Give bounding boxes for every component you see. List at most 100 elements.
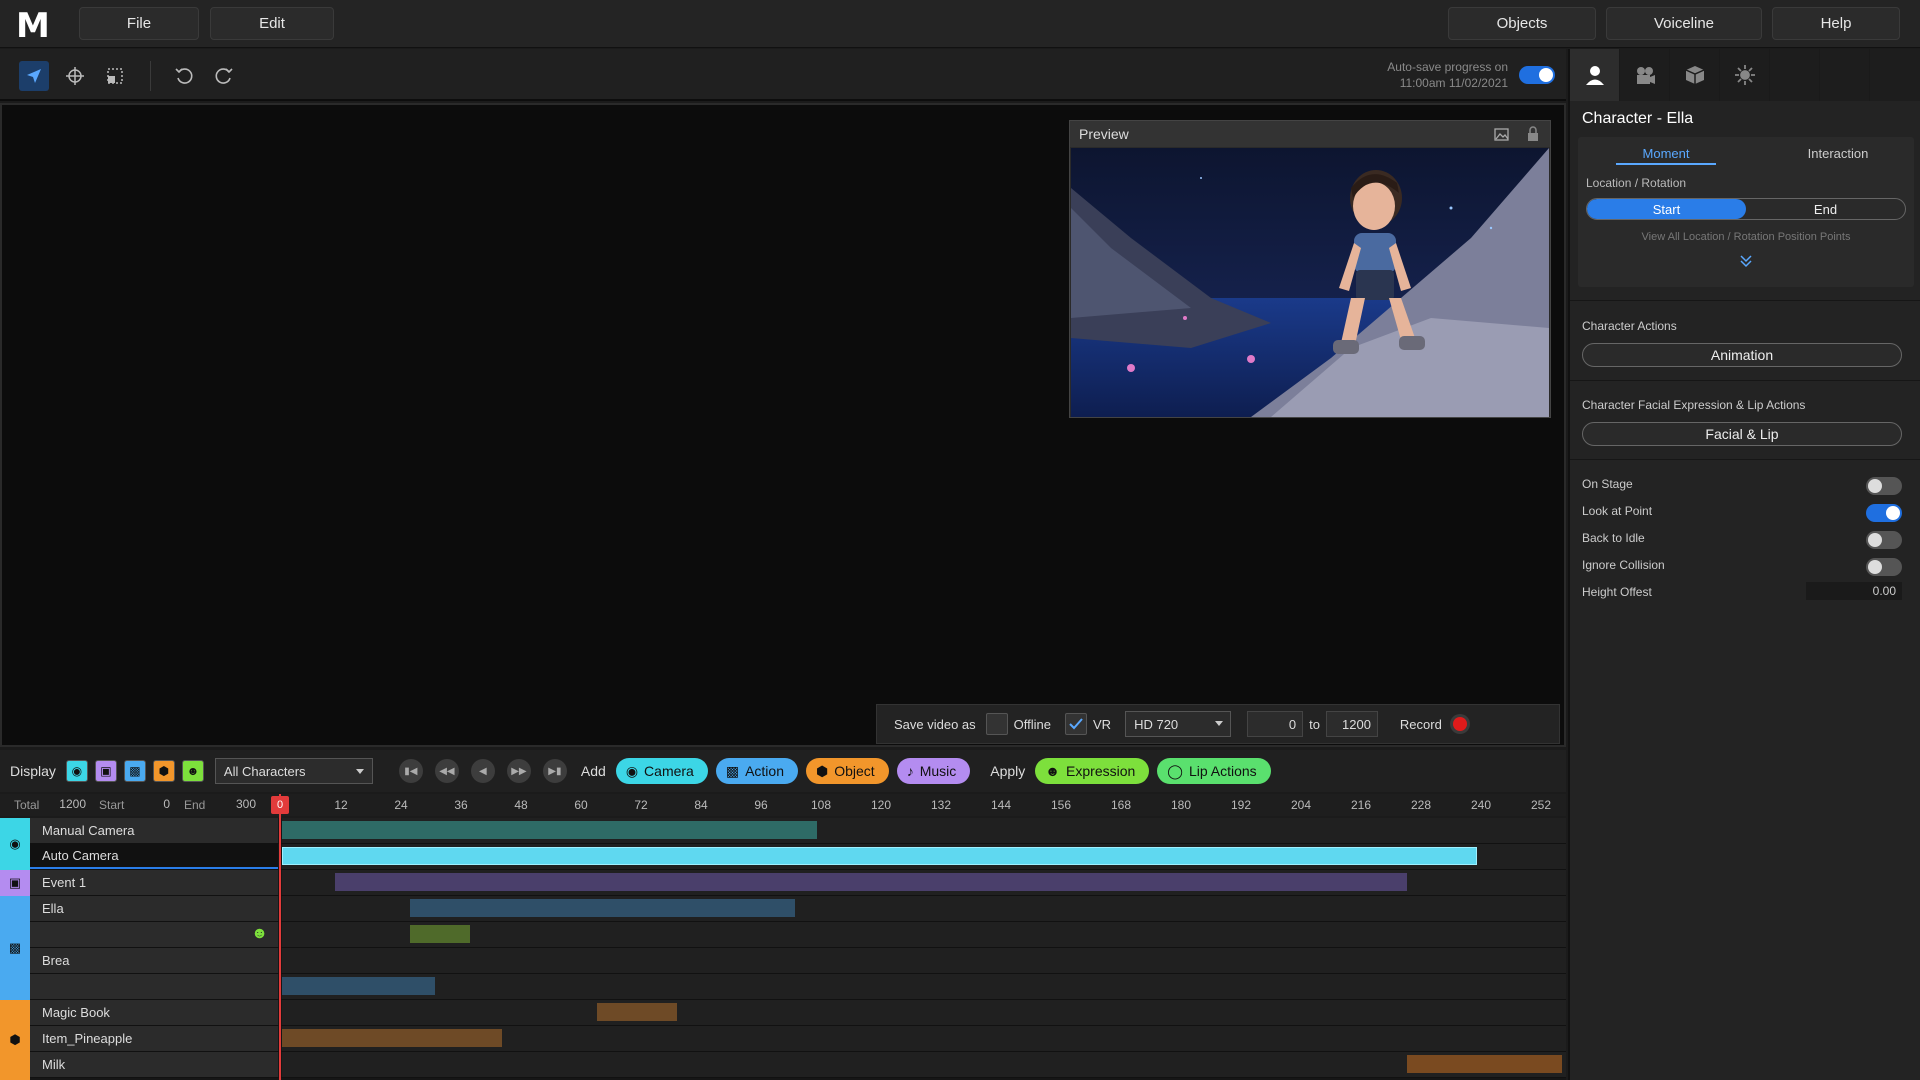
- character-filter-select[interactable]: All Characters: [214, 758, 373, 784]
- track-row[interactable]: Magic Book: [30, 1000, 1566, 1026]
- tab-moment[interactable]: Moment: [1616, 146, 1716, 165]
- rewind-icon[interactable]: ◀◀: [434, 759, 459, 783]
- resolution-select[interactable]: HD 720: [1125, 711, 1232, 737]
- track-clip[interactable]: [282, 847, 1477, 865]
- end-value[interactable]: 300: [230, 797, 256, 811]
- track-lane[interactable]: [282, 922, 1566, 947]
- object-tab-icon[interactable]: [1670, 49, 1720, 101]
- display-object-icon[interactable]: ⬢: [152, 760, 175, 782]
- track-lane[interactable]: [282, 896, 1566, 921]
- back-to-idle-toggle[interactable]: [1866, 531, 1902, 549]
- track-clip[interactable]: [409, 925, 470, 943]
- display-camera-icon[interactable]: ◉: [65, 760, 88, 782]
- look-at-point-toggle[interactable]: [1866, 504, 1902, 522]
- track-row[interactable]: [30, 974, 1566, 1000]
- add-object-button[interactable]: ⬢ Object: [806, 758, 889, 784]
- track-row[interactable]: Item_Pineapple: [30, 1026, 1566, 1052]
- track-lane[interactable]: [282, 818, 1566, 843]
- lock-icon[interactable]: [1526, 126, 1540, 145]
- track-lane[interactable]: [282, 1052, 1566, 1077]
- track-row[interactable]: Manual Camera: [30, 818, 1566, 844]
- track-lane[interactable]: [282, 948, 1566, 973]
- display-event-icon[interactable]: ▣: [94, 760, 117, 782]
- edit-menu-button[interactable]: Edit: [210, 7, 334, 40]
- light-tab-icon[interactable]: [1720, 49, 1770, 101]
- height-offset-input[interactable]: 0.00: [1806, 582, 1902, 600]
- range-from-input[interactable]: 0: [1247, 711, 1304, 737]
- offline-checkbox[interactable]: [985, 713, 1008, 735]
- track-label[interactable]: Auto Camera: [30, 844, 278, 869]
- objects-menu-button[interactable]: Objects: [1448, 7, 1596, 40]
- track-row[interactable]: Ella: [30, 896, 1566, 922]
- camera-tab-icon[interactable]: [1620, 49, 1670, 101]
- track-label[interactable]: [30, 974, 278, 999]
- track-row[interactable]: Brea: [30, 948, 1566, 974]
- voiceline-menu-button[interactable]: Voiceline: [1606, 7, 1762, 40]
- add-action-button[interactable]: ▩ Action: [715, 758, 798, 784]
- expand-chevron-icon[interactable]: [1738, 252, 1754, 271]
- panel-tab-empty-2[interactable]: [1820, 49, 1870, 101]
- total-value[interactable]: 1200: [58, 797, 86, 811]
- facial-lip-button[interactable]: Facial & Lip: [1582, 422, 1902, 446]
- track-lane[interactable]: [282, 1000, 1566, 1025]
- track-clip[interactable]: [282, 821, 817, 839]
- track-row[interactable]: ☻: [30, 922, 1566, 948]
- animation-button[interactable]: Animation: [1582, 343, 1902, 367]
- add-camera-button[interactable]: ◉ Camera: [615, 758, 708, 784]
- range-to-input[interactable]: 1200: [1325, 711, 1378, 737]
- track-clip[interactable]: [282, 977, 435, 995]
- track-label[interactable]: ☻: [30, 922, 278, 947]
- track-row[interactable]: Event 1: [30, 870, 1566, 896]
- track-lane[interactable]: [282, 870, 1566, 895]
- undo-icon[interactable]: [169, 61, 199, 91]
- track-row[interactable]: Auto Camera: [30, 844, 1566, 870]
- display-action-icon[interactable]: ▩: [123, 760, 146, 782]
- step-back-icon[interactable]: ◀: [470, 759, 495, 783]
- track-label[interactable]: Milk: [30, 1052, 278, 1077]
- track-label[interactable]: Magic Book: [30, 1000, 278, 1025]
- track-label[interactable]: Event 1: [30, 870, 278, 895]
- track-clip[interactable]: [1407, 1055, 1562, 1073]
- skip-to-start-icon[interactable]: ▮◀: [398, 759, 423, 783]
- end-button[interactable]: End: [1746, 199, 1905, 219]
- track-lane[interactable]: [282, 974, 1566, 999]
- track-label[interactable]: Item_Pineapple: [30, 1026, 278, 1051]
- smiley-icon[interactable]: ☻: [251, 925, 268, 943]
- autosave-toggle[interactable]: [1519, 66, 1555, 84]
- tab-interaction[interactable]: Interaction: [1788, 146, 1888, 161]
- track-lane[interactable]: [282, 1026, 1566, 1051]
- track-clip[interactable]: [282, 1029, 502, 1047]
- fast-forward-icon[interactable]: ▶▶: [506, 759, 531, 783]
- track-lane[interactable]: [282, 844, 1566, 869]
- track-label[interactable]: Ella: [30, 896, 278, 921]
- view-all-points-link[interactable]: View All Location / Rotation Position Po…: [1578, 231, 1914, 243]
- timeline-ruler[interactable]: Total 1200 Start 0 End 300 12 24 36 48 60 72 8…: [0, 794, 1566, 816]
- select-arrow-icon[interactable]: [19, 61, 49, 91]
- scale-icon[interactable]: [100, 61, 130, 91]
- skip-to-end-icon[interactable]: ▶▮: [542, 759, 567, 783]
- panel-tab-empty-3[interactable]: [1870, 49, 1920, 101]
- playhead-marker[interactable]: 0: [271, 796, 289, 814]
- add-music-button[interactable]: ♪ Music: [896, 758, 971, 784]
- track-clip[interactable]: [409, 899, 795, 917]
- ignore-collision-toggle[interactable]: [1866, 558, 1902, 576]
- apply-expression-button[interactable]: ☻ Expression: [1035, 758, 1150, 784]
- apply-lip-actions-button[interactable]: ◯ Lip Actions: [1157, 758, 1271, 784]
- track-label[interactable]: Manual Camera: [30, 818, 278, 843]
- vr-checkbox[interactable]: [1065, 713, 1088, 735]
- start-value[interactable]: 0: [150, 797, 170, 811]
- display-expression-icon[interactable]: ☻: [181, 760, 204, 782]
- track-row[interactable]: Milk: [30, 1052, 1566, 1078]
- panel-tab-empty-1[interactable]: [1770, 49, 1820, 101]
- track-label[interactable]: Brea: [30, 948, 278, 973]
- start-button[interactable]: Start: [1587, 199, 1746, 219]
- file-menu-button[interactable]: File: [79, 7, 199, 40]
- move-gizmo-icon[interactable]: [60, 61, 90, 91]
- image-icon[interactable]: [1494, 126, 1510, 145]
- character-tab-icon[interactable]: [1570, 49, 1620, 101]
- playhead[interactable]: [279, 794, 281, 1080]
- track-clip[interactable]: [597, 1003, 677, 1021]
- track-clip[interactable]: [334, 873, 1407, 891]
- on-stage-toggle[interactable]: [1866, 477, 1902, 495]
- redo-icon[interactable]: [209, 61, 239, 91]
